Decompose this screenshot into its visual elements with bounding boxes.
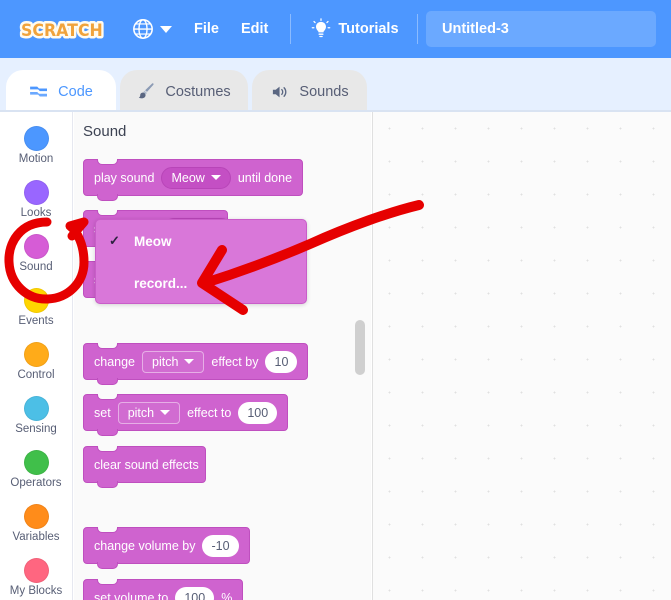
category-dot-operators [23,449,49,475]
project-title-input[interactable]: Untitled-3 [426,11,656,47]
block-text: % [221,590,233,600]
category-control[interactable]: Control [0,334,72,388]
workspace: Motion Looks Sound Events Control Sensin… [0,110,671,600]
effect-value-input[interactable]: 100 [238,401,278,424]
block-palette[interactable]: Sound play sound Meow until done start s… [74,112,371,600]
tutorials-label: Tutorials [338,21,399,37]
scratch-logo-icon: SCRATCH SCRATCH [19,18,106,42]
menu-divider-2 [416,14,418,44]
category-label-my-blocks: My Blocks [9,584,63,597]
speaker-icon [273,86,287,97]
effect-dropdown-value: pitch [127,405,155,420]
block-play-sound-until-done[interactable]: play sound Meow until done [83,159,304,201]
volume-value-input[interactable]: 100 [175,586,215,600]
block-text: set volume to [94,590,169,600]
check-icon: ✓ [109,233,120,248]
category-dot-sensing [23,395,49,421]
scratch-logo[interactable]: SCRATCH SCRATCH [14,15,110,43]
editor-tabs: Code Costumes Sounds [0,58,671,113]
category-label-looks: Looks [20,206,52,219]
sound-dropdown-menu[interactable]: ✓ Meow record... [95,219,307,304]
block-text: change [94,354,136,369]
block-text: clear sound effects [94,457,199,472]
chevron-down-icon [160,410,171,415]
category-label-variables: Variables [12,530,60,543]
category-dot-variables [23,503,49,529]
block-category-sidebar: Motion Looks Sound Events Control Sensin… [0,112,73,600]
category-label-motion: Motion [18,152,54,165]
dropdown-option-label: Meow [134,233,172,249]
dropdown-option-meow[interactable]: ✓ Meow [96,220,306,262]
category-label-sensing: Sensing [15,422,57,435]
scratch-editor: SCRATCH SCRATCH File Edit Tutorials Unti… [0,0,671,600]
tutorials-button[interactable]: Tutorials [311,18,399,40]
block-clear-sound-effects[interactable]: clear sound effects [83,446,206,488]
block-change-effect-by[interactable]: change pitch effect by 10 [83,343,309,385]
paintbrush-icon [139,83,154,99]
chevron-down-icon [160,25,172,33]
category-dot-sound [23,233,49,259]
category-sensing[interactable]: Sensing [0,388,72,442]
sound-dropdown-field[interactable]: Meow [161,166,231,189]
effect-dropdown-value: pitch [152,354,179,369]
block-text: change volume by [94,538,196,553]
category-dot-motion [23,125,49,151]
category-dot-events [23,287,49,313]
block-set-volume-to[interactable]: set volume to 100 % [83,579,244,600]
chevron-down-icon [184,359,195,364]
chevron-down-icon [210,175,221,180]
block-text: play sound [94,170,155,185]
category-operators[interactable]: Operators [0,442,72,496]
palette-scrollbar-track[interactable] [353,112,367,600]
svg-text:SCRATCH: SCRATCH [21,20,103,40]
effect-dropdown-field[interactable]: pitch [142,350,205,373]
globe-icon [133,19,153,39]
tab-costumes-label: Costumes [165,83,231,100]
palette-scrollbar-thumb[interactable] [355,320,365,375]
menu-file[interactable]: File [194,21,219,37]
category-dot-control [23,341,49,367]
category-variables[interactable]: Variables [0,496,72,550]
lightbulb-icon [312,18,331,38]
dropdown-option-record[interactable]: record... [96,262,306,304]
category-sound[interactable]: Sound [0,226,72,280]
block-text: effect by [211,354,259,369]
block-text: until done [237,170,293,185]
block-set-effect-to[interactable]: set pitch effect to 100 [83,394,289,436]
category-dot-my-blocks [23,557,49,583]
tab-costumes[interactable]: Costumes [120,70,248,113]
category-label-sound: Sound [19,260,53,273]
effect-dropdown-field-2[interactable]: pitch [117,401,181,424]
tab-code-label: Code [58,83,93,100]
code-canvas[interactable] [372,112,671,600]
code-blocks-icon [30,86,48,96]
category-looks[interactable]: Looks [0,172,72,226]
block-change-volume-by[interactable]: change volume by -10 [83,527,250,569]
category-dot-looks [23,179,49,205]
category-label-control: Control [17,368,55,381]
palette-heading: Sound [83,123,127,140]
category-motion[interactable]: Motion [0,118,72,172]
tab-sounds-label: Sounds [299,83,349,100]
tab-sounds[interactable]: Sounds [252,70,367,113]
category-events[interactable]: Events [0,280,72,334]
block-text: effect to [187,405,232,420]
category-my-blocks[interactable]: My Blocks [0,550,72,600]
dropdown-option-label: record... [134,275,188,291]
category-label-events: Events [18,314,54,327]
block-text: set [94,405,111,420]
tab-code[interactable]: Code [6,70,116,113]
menu-bar: SCRATCH SCRATCH File Edit Tutorials Unti… [0,0,671,58]
menu-divider [290,14,292,44]
category-label-operators: Operators [10,476,62,489]
effect-amount-input[interactable]: 10 [265,350,298,373]
volume-amount-input[interactable]: -10 [202,534,239,557]
menu-edit[interactable]: Edit [241,21,268,37]
language-selector[interactable] [132,18,172,40]
sound-dropdown-value: Meow [171,170,205,185]
